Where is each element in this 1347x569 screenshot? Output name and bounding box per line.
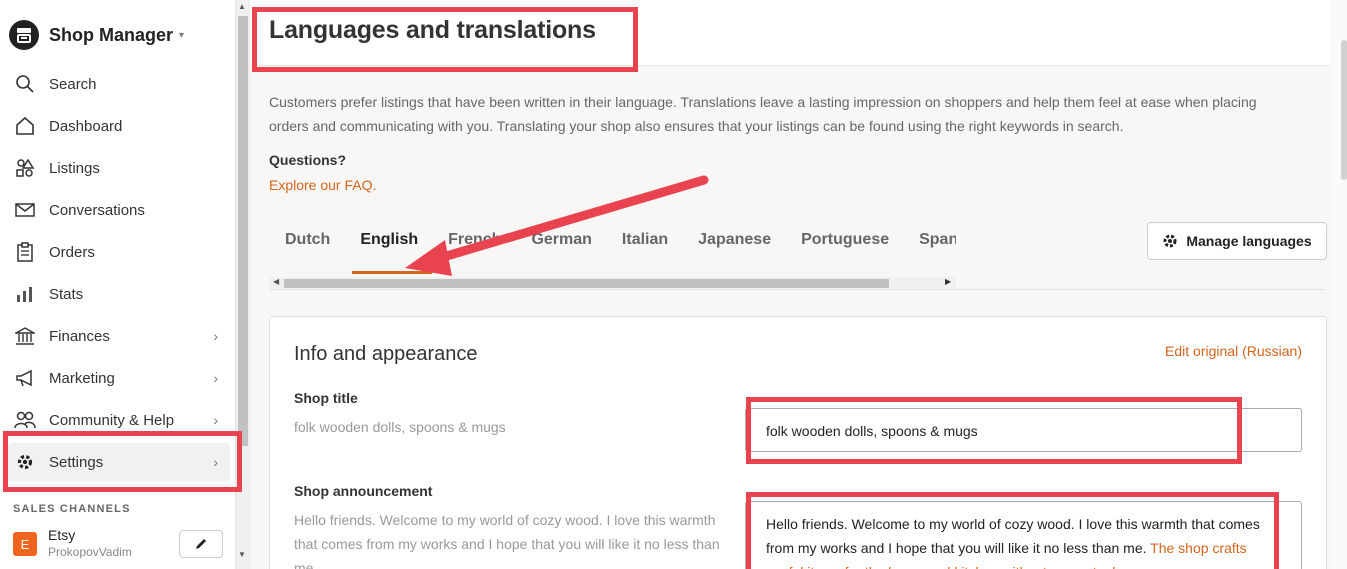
clipboard-icon <box>14 241 36 263</box>
sidebar-item-marketing[interactable]: Marketing › <box>8 359 230 397</box>
sidebar-item-label: Settings <box>49 453 104 471</box>
search-icon <box>14 73 36 95</box>
edit-channel-button[interactable] <box>179 530 223 558</box>
chevron-right-icon: › <box>213 412 218 428</box>
main-scrollbar-thumb[interactable] <box>1341 40 1347 180</box>
shop-manager-menu[interactable]: Shop Manager ▾ <box>9 20 184 50</box>
sidebar-item-label: Finances <box>49 327 110 345</box>
main-content: Languages and translations Customers pre… <box>250 0 1347 569</box>
manage-languages-button[interactable]: Manage languages <box>1147 222 1327 260</box>
bank-icon <box>14 325 36 347</box>
sidebar-item-orders[interactable]: Orders <box>8 233 230 271</box>
sidebar-item-label: Marketing <box>49 369 115 387</box>
questions-heading: Questions? <box>269 152 347 168</box>
faq-link[interactable]: Explore our FAQ. <box>269 177 376 193</box>
tab-spanish[interactable]: Spanish <box>904 222 956 274</box>
sidebar-item-label: Dashboard <box>49 117 123 135</box>
caret-down-icon: ▾ <box>179 29 185 41</box>
scroll-up-arrow-icon[interactable]: ▲ <box>238 2 246 11</box>
sidebar-item-dashboard[interactable]: Dashboard <box>8 107 230 145</box>
page-header: Languages and translations <box>250 0 1347 66</box>
page-title: Languages and translations <box>269 16 596 44</box>
chevron-right-icon: › <box>213 454 218 470</box>
gear-icon <box>14 451 36 473</box>
home-icon <box>14 115 36 137</box>
tab-english[interactable]: English <box>345 222 433 274</box>
shop-logo-icon <box>9 20 39 50</box>
sales-channel-etsy[interactable]: E Etsy ProkopovVadim <box>13 527 132 559</box>
channel-username: ProkopovVadim <box>48 545 132 559</box>
sidebar-item-label: Listings <box>49 159 100 177</box>
sidebar-scrollbar-thumb[interactable] <box>238 16 248 446</box>
tab-french[interactable]: French <box>433 222 516 274</box>
mail-icon <box>14 199 36 221</box>
sidebar-item-settings[interactable]: Settings › <box>8 443 230 481</box>
language-tabs: Dutch English French German Italian Japanese P… <box>270 222 956 274</box>
edit-original-link[interactable]: Edit original (Russian) <box>1165 343 1302 359</box>
scroll-left-arrow-icon[interactable]: ◀ <box>273 277 279 286</box>
shapes-icon <box>14 157 36 179</box>
channel-name: Etsy <box>48 527 76 543</box>
scroll-down-arrow-icon[interactable]: ▼ <box>238 550 246 559</box>
active-tab-indicator <box>352 271 432 274</box>
sidebar-item-listings[interactable]: Listings <box>8 149 230 187</box>
shop-manager-title: Shop Manager <box>49 24 174 45</box>
sidebar-item-label: Community & Help <box>49 411 175 429</box>
tab-japanese[interactable]: Japanese <box>683 222 786 274</box>
tabs-divider <box>270 289 1325 290</box>
chevron-right-icon: › <box>213 370 218 386</box>
shop-title-label: Shop title <box>294 390 358 406</box>
sidebar-item-community-help[interactable]: Community & Help › <box>8 401 230 439</box>
sidebar-item-label: Conversations <box>49 201 145 219</box>
bar-chart-icon <box>14 283 36 305</box>
tab-italian[interactable]: Italian <box>607 222 683 274</box>
sidebar: Shop Manager ▾ Search Dashboard Listings Co… <box>0 0 236 569</box>
megaphone-icon <box>14 367 36 389</box>
tab-german[interactable]: German <box>516 222 606 274</box>
manage-languages-label: Manage languages <box>1186 233 1312 249</box>
shop-title-value: folk wooden dolls, spoons & mugs <box>766 423 978 439</box>
shop-announcement-input[interactable]: Hello friends. Welcome to my world of co… <box>745 501 1302 569</box>
sidebar-item-label: Search <box>49 75 97 93</box>
tabs-scrollbar-thumb[interactable] <box>284 279 889 288</box>
sidebar-item-label: Stats <box>49 285 84 303</box>
sidebar-item-finances[interactable]: Finances › <box>8 317 230 355</box>
shop-announcement-original: Hello friends. Welcome to my world of co… <box>294 512 720 569</box>
sales-channels-heading: SALES CHANNELS <box>13 503 131 515</box>
card-title: Info and appearance <box>294 343 478 365</box>
pencil-icon <box>196 539 206 549</box>
tab-portuguese[interactable]: Portuguese <box>786 222 904 274</box>
sidebar-item-stats[interactable]: Stats <box>8 275 230 313</box>
scroll-right-arrow-icon[interactable]: ▶ <box>945 277 951 286</box>
info-appearance-card: Info and appearance Edit original (Russi… <box>269 316 1327 569</box>
sidebar-item-conversations[interactable]: Conversations <box>8 191 230 229</box>
etsy-icon: E <box>13 532 37 556</box>
shop-title-original: folk wooden dolls, spoons & mugs <box>294 419 506 435</box>
people-icon <box>14 409 36 431</box>
sidebar-item-label: Orders <box>49 243 95 261</box>
tab-dutch[interactable]: Dutch <box>270 222 345 274</box>
shop-title-input[interactable]: folk wooden dolls, spoons & mugs <box>745 408 1302 452</box>
intro-text: Customers prefer listings that have been… <box>269 94 1257 134</box>
chevron-right-icon: › <box>213 328 218 344</box>
gear-icon <box>1163 234 1177 248</box>
sidebar-item-search[interactable]: Search <box>8 65 230 103</box>
shop-announcement-label: Shop announcement <box>294 483 433 499</box>
